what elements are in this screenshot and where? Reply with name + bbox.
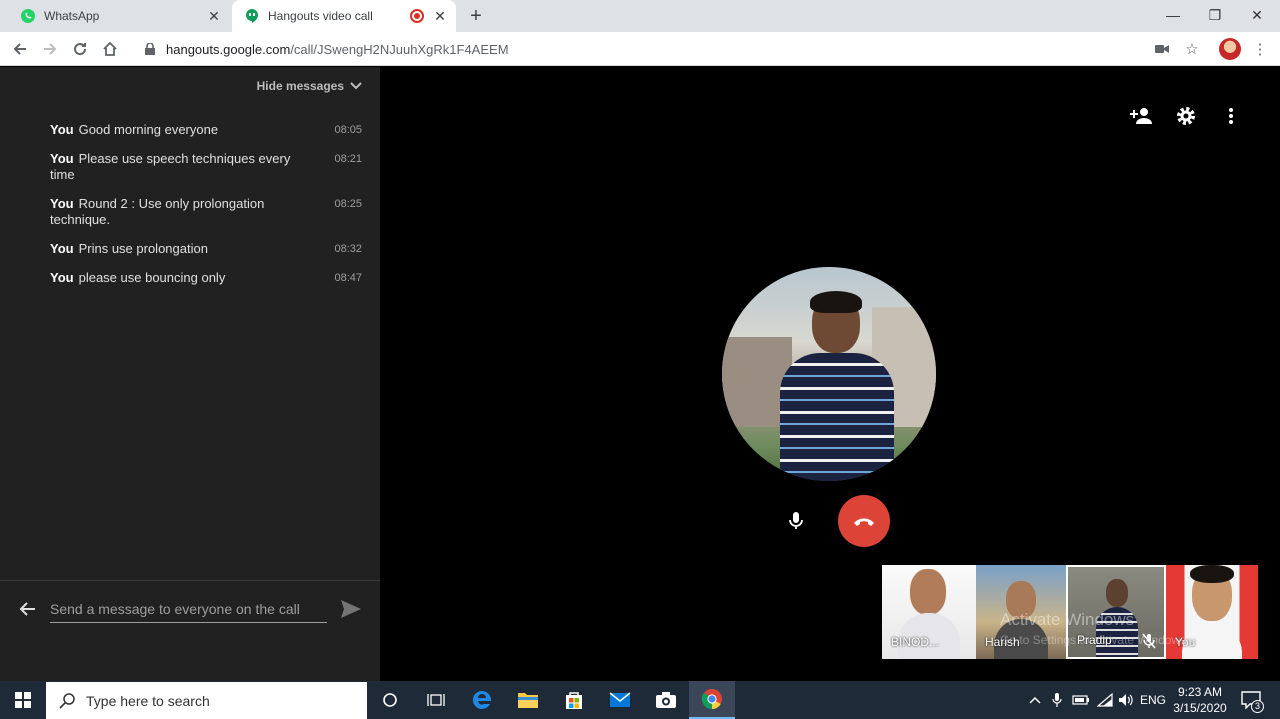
whatsapp-icon xyxy=(20,8,36,24)
restore-button[interactable]: ❐ xyxy=(1192,0,1238,30)
minimize-button[interactable]: — xyxy=(1150,0,1196,30)
message-sender: You xyxy=(50,151,74,166)
taskbar: Type here to search ENG 9:23 AM 3/15/202… xyxy=(0,681,1280,719)
battery-icon[interactable] xyxy=(1070,681,1092,719)
cortana-icon[interactable] xyxy=(367,681,413,719)
participant-face xyxy=(1106,579,1128,607)
search-icon xyxy=(58,692,76,710)
wifi-icon[interactable] xyxy=(1094,681,1116,719)
avatar-body xyxy=(780,353,894,481)
chrome-icon[interactable] xyxy=(689,681,735,719)
active-speaker-avatar xyxy=(722,267,936,481)
message-text: Please use speech techniques every time xyxy=(50,151,291,182)
close-tab-icon[interactable]: ✕ xyxy=(432,8,448,24)
close-window-button[interactable]: ✕ xyxy=(1234,0,1280,30)
tab-strip: WhatsApp ✕ Hangouts video call ✕ + — ❐ ✕ xyxy=(0,0,1280,32)
file-explorer-icon[interactable] xyxy=(505,681,551,719)
chat-message: You Prins use prolongation 08:32 xyxy=(50,241,362,257)
camera-app-icon[interactable] xyxy=(643,681,689,719)
participant-tile[interactable]: BINOD... xyxy=(882,565,976,659)
settings-gear-icon[interactable] xyxy=(1173,103,1199,129)
bookmark-star-icon[interactable]: ☆ xyxy=(1181,38,1203,60)
store-icon[interactable] xyxy=(551,681,597,719)
chat-message: You Please use speech techniques every ti… xyxy=(50,151,362,183)
mail-icon[interactable] xyxy=(597,681,643,719)
message-text: please use bouncing only xyxy=(78,270,226,285)
new-tab-button[interactable]: + xyxy=(466,6,486,26)
taskbar-search[interactable]: Type here to search xyxy=(46,682,367,719)
volume-icon[interactable] xyxy=(1116,681,1136,719)
message-time: 08:25 xyxy=(334,198,362,210)
chat-panel: Hide messages You Good morning everyone 0… xyxy=(0,67,380,681)
add-person-icon[interactable] xyxy=(1128,103,1154,129)
avatar-hair xyxy=(810,291,862,313)
recording-icon xyxy=(410,9,424,23)
chat-message: You Good morning everyone 08:05 xyxy=(50,122,362,138)
message-text: Good morning everyone xyxy=(78,122,219,137)
search-placeholder: Type here to search xyxy=(86,692,210,709)
activate-windows-subtext: Go to Settings to activate Windows. xyxy=(1000,633,1190,647)
url-path: /call/JSwengH2NJuuhXgRk1F4AEEM xyxy=(290,41,509,57)
back-arrow-icon[interactable] xyxy=(16,598,38,620)
phone-hangup-icon xyxy=(854,518,874,526)
taskbar-clock[interactable]: 9:23 AM 3/15/2020 xyxy=(1170,684,1230,716)
message-input[interactable]: Send a message to everyone on the call xyxy=(50,597,327,623)
hangouts-icon xyxy=(244,8,260,24)
microphone-icon[interactable] xyxy=(786,508,806,534)
hang-up-button[interactable] xyxy=(838,495,890,547)
message-sender: You xyxy=(50,241,74,256)
clock-time: 9:23 AM xyxy=(1177,685,1223,699)
chevron-up-icon[interactable] xyxy=(1025,681,1045,719)
message-time: 08:05 xyxy=(334,124,362,136)
message-time: 08:47 xyxy=(334,272,362,284)
message-text: Round 2 : Use only prolongation techniqu… xyxy=(50,196,265,227)
tab-whatsapp[interactable]: WhatsApp ✕ xyxy=(8,0,230,32)
participant-name: BINOD... xyxy=(891,635,940,649)
back-button[interactable] xyxy=(8,37,32,61)
lock-icon[interactable] xyxy=(142,41,158,57)
reload-button[interactable] xyxy=(68,37,92,61)
camera-icon[interactable] xyxy=(1151,38,1173,60)
send-icon[interactable] xyxy=(340,599,362,619)
close-tab-icon[interactable]: ✕ xyxy=(206,8,222,24)
profile-avatar[interactable] xyxy=(1219,38,1241,60)
hide-messages-button[interactable]: Hide messages xyxy=(257,79,362,93)
participant-hair xyxy=(1190,565,1234,583)
message-sender: You xyxy=(50,196,74,211)
participant-face xyxy=(910,569,946,615)
address-bar[interactable]: hangouts.google.com/call/JSwengH2NJuuhXg… xyxy=(132,36,1142,62)
screen: WhatsApp ✕ Hangouts video call ✕ + — ❐ ✕ xyxy=(0,0,1280,719)
tab-title: Hangouts video call xyxy=(268,9,373,23)
microphone-tray-icon[interactable] xyxy=(1047,681,1067,719)
tab-title: WhatsApp xyxy=(44,9,100,23)
hide-messages-label: Hide messages xyxy=(256,79,344,93)
divider xyxy=(0,580,380,581)
chat-message: You please use bouncing only 08:47 xyxy=(50,270,362,286)
chevron-down-icon xyxy=(350,82,362,90)
browser-toolbar: hangouts.google.com/call/JSwengH2NJuuhXg… xyxy=(0,32,1280,66)
windows-start-icon[interactable] xyxy=(0,681,46,719)
notification-center-icon[interactable]: 3 xyxy=(1238,681,1264,719)
activate-windows-watermark: Activate Windows xyxy=(1000,610,1135,629)
more-options-icon[interactable] xyxy=(1218,103,1244,129)
message-time: 08:32 xyxy=(334,243,362,255)
chat-message: You Round 2 : Use only prolongation techn… xyxy=(50,196,362,228)
task-view-icon[interactable] xyxy=(413,681,459,719)
message-time: 08:21 xyxy=(334,153,362,165)
message-text: Prins use prolongation xyxy=(78,241,208,256)
forward-button[interactable] xyxy=(38,37,62,61)
home-button[interactable] xyxy=(98,37,122,61)
message-sender: You xyxy=(50,122,74,137)
video-stage: BINOD... Harish Pradip You Activate Wind… xyxy=(380,67,1280,681)
browser-menu-icon[interactable]: ⋮ xyxy=(1249,38,1271,60)
language-indicator[interactable]: ENG xyxy=(1138,681,1168,719)
clock-date: 3/15/2020 xyxy=(1173,701,1227,715)
notification-count: 3 xyxy=(1251,700,1264,713)
edge-browser-icon[interactable] xyxy=(459,681,505,719)
url-host: hangouts.google.com xyxy=(166,41,291,57)
message-sender: You xyxy=(50,270,74,285)
tab-hangouts[interactable]: Hangouts video call ✕ xyxy=(232,0,456,32)
